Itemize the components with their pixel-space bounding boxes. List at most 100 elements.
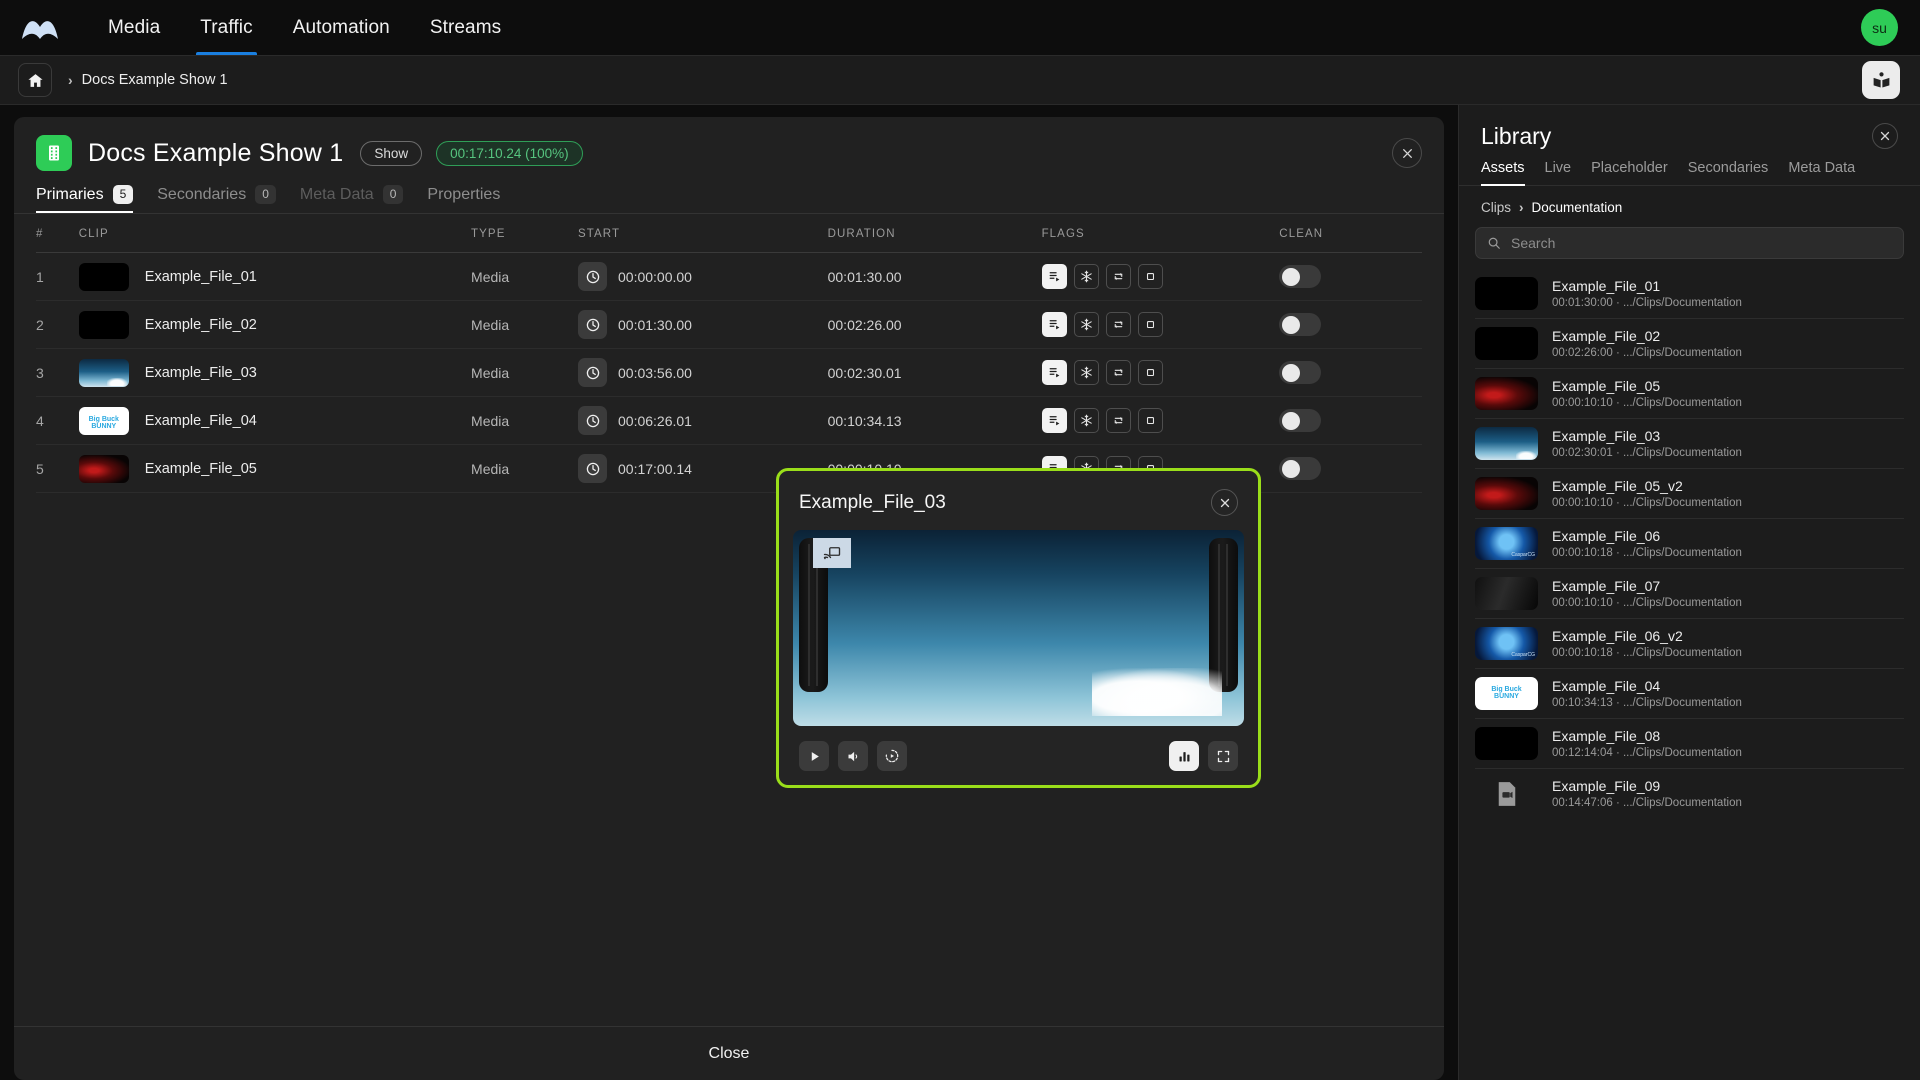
list-item[interactable]: Example_File_05 00:00:10:10 · .../Clips/… <box>1475 369 1904 419</box>
nav-item-streams[interactable]: Streams <box>410 0 521 55</box>
wave-logo-icon[interactable] <box>18 13 62 43</box>
queue-icon[interactable] <box>1042 312 1067 337</box>
col-clip: CLIP <box>79 214 471 253</box>
tab-primaries[interactable]: Primaries 5 <box>36 185 133 213</box>
clips-table-body: 1 Example_File_01 Media 00:00:00.00 00:0… <box>36 253 1422 493</box>
queue-icon[interactable] <box>1042 264 1067 289</box>
asset-meta: Example_File_07 00:00:10:10 · .../Clips/… <box>1552 578 1742 609</box>
clock-icon[interactable] <box>578 454 607 483</box>
loop-icon[interactable] <box>1106 408 1131 433</box>
nav-item-traffic[interactable]: Traffic <box>180 0 272 55</box>
list-item[interactable]: Example_File_01 00:01:30:00 · .../Clips/… <box>1475 269 1904 319</box>
library-tab-label: Assets <box>1481 160 1525 176</box>
clean-toggle[interactable] <box>1279 265 1321 288</box>
breadcrumb-current[interactable]: Docs Example Show 1 <box>82 72 228 88</box>
cell-type: Media <box>471 253 578 301</box>
list-item[interactable]: Example_File_05_v2 00:00:10:10 · .../Cli… <box>1475 469 1904 519</box>
asset-sub: 00:00:10:10 · .../Clips/Documentation <box>1552 597 1742 609</box>
table-row[interactable]: 4 Big BuckBUNNY Example_File_04 Media 00… <box>36 397 1422 445</box>
video-preview-modal: Example_File_03 <box>776 468 1261 788</box>
col-num: # <box>36 214 79 253</box>
clean-toggle[interactable] <box>1279 409 1321 432</box>
breadcrumb-separator: › <box>68 72 73 88</box>
loop-icon[interactable] <box>1106 264 1131 289</box>
library-tab-assets[interactable]: Assets <box>1481 160 1525 185</box>
asset-list[interactable]: Example_File_01 00:01:30:00 · .../Clips/… <box>1459 269 1920 1080</box>
tab-secondaries[interactable]: Secondaries 0 <box>157 185 276 213</box>
clock-icon[interactable] <box>578 262 607 291</box>
clip-name: Example_File_02 <box>145 317 257 333</box>
asset-thumbnail <box>1475 477 1538 510</box>
volume-icon[interactable] <box>838 741 868 771</box>
table-row[interactable]: 1 Example_File_01 Media 00:00:00.00 00:0… <box>36 253 1422 301</box>
table-row[interactable]: 2 Example_File_02 Media 00:01:30.00 00:0… <box>36 301 1422 349</box>
snowflake-icon[interactable] <box>1074 264 1099 289</box>
snowflake-icon[interactable] <box>1074 408 1099 433</box>
clock-icon[interactable] <box>578 406 607 435</box>
snowflake-icon[interactable] <box>1074 360 1099 385</box>
library-tab-secondaries[interactable]: Secondaries <box>1688 160 1769 185</box>
library-tab-placeholder[interactable]: Placeholder <box>1591 160 1668 185</box>
cell-duration: 00:02:30.01 <box>828 349 1042 397</box>
loop-icon[interactable] <box>1106 312 1131 337</box>
cell-type: Media <box>471 349 578 397</box>
list-item[interactable]: CasparCG Example_File_06_v2 00:00:10:18 … <box>1475 619 1904 669</box>
clock-icon[interactable] <box>578 358 607 387</box>
library-close-button[interactable] <box>1872 123 1898 149</box>
clock-icon[interactable] <box>578 310 607 339</box>
nav-item-media[interactable]: Media <box>88 0 180 55</box>
list-item[interactable]: CasparCG Example_File_06 00:00:10:18 · .… <box>1475 519 1904 569</box>
replay-icon[interactable] <box>877 741 907 771</box>
asset-thumbnail <box>1475 427 1538 460</box>
clean-toggle[interactable] <box>1279 313 1321 336</box>
close-button[interactable]: Close <box>681 1037 778 1071</box>
audio-levels-icon[interactable] <box>1169 741 1199 771</box>
nav-item-automation[interactable]: Automation <box>273 0 410 55</box>
user-avatar[interactable]: su <box>1861 9 1898 46</box>
close-show-button[interactable] <box>1392 138 1422 168</box>
cell-flags <box>1042 397 1280 445</box>
show-type-badge[interactable]: Show <box>360 141 422 166</box>
search-input[interactable] <box>1511 235 1892 251</box>
asset-thumbnail: CasparCG <box>1475 627 1538 660</box>
asset-name: Example_File_05 <box>1552 378 1742 394</box>
library-tab-live[interactable]: Live <box>1545 160 1572 185</box>
show-card-header: Docs Example Show 1 Show 00:17:10.24 (10… <box>14 117 1444 213</box>
home-button[interactable] <box>18 63 52 97</box>
library-breadcrumb-current[interactable]: Documentation <box>1532 200 1623 215</box>
start-time: 00:00:00.00 <box>618 269 692 285</box>
list-item[interactable]: Big BuckBUNNY Example_File_04 00:10:34:1… <box>1475 669 1904 719</box>
stop-icon[interactable] <box>1138 312 1163 337</box>
list-item[interactable]: Example_File_02 00:02:26:00 · .../Clips/… <box>1475 319 1904 369</box>
snowflake-icon[interactable] <box>1074 312 1099 337</box>
video-stage[interactable] <box>793 530 1244 726</box>
search-box[interactable] <box>1475 227 1904 259</box>
table-row[interactable]: 3 Example_File_03 Media 00:03:56.00 00:0… <box>36 349 1422 397</box>
cell-start: 00:03:56.00 <box>578 349 828 397</box>
fullscreen-icon[interactable] <box>1208 741 1238 771</box>
stop-icon[interactable] <box>1138 408 1163 433</box>
queue-icon[interactable] <box>1042 360 1067 385</box>
clean-toggle[interactable] <box>1279 361 1321 384</box>
list-item[interactable]: Example_File_07 00:00:10:10 · .../Clips/… <box>1475 569 1904 619</box>
video-modal-close-button[interactable] <box>1211 489 1238 516</box>
stop-icon[interactable] <box>1138 264 1163 289</box>
queue-icon[interactable] <box>1042 408 1067 433</box>
asset-name: Example_File_02 <box>1552 328 1742 344</box>
play-icon[interactable] <box>799 741 829 771</box>
clip-thumbnail: Big BuckBUNNY <box>79 407 129 435</box>
tab-meta-data: Meta Data 0 <box>300 185 404 213</box>
list-item[interactable]: Example_File_03 00:02:30:01 · .../Clips/… <box>1475 419 1904 469</box>
list-item[interactable]: Example_File_09 00:14:47:06 · .../Clips/… <box>1475 769 1904 818</box>
cell-num: 2 <box>36 301 79 349</box>
library-breadcrumb-root[interactable]: Clips <box>1481 200 1511 215</box>
library-tab-label: Secondaries <box>1688 160 1769 176</box>
loop-icon[interactable] <box>1106 360 1131 385</box>
clean-toggle[interactable] <box>1279 457 1321 480</box>
cast-icon[interactable] <box>813 538 851 568</box>
library-toggle-button[interactable] <box>1862 61 1900 99</box>
stop-icon[interactable] <box>1138 360 1163 385</box>
list-item[interactable]: Example_File_08 00:12:14:04 · .../Clips/… <box>1475 719 1904 769</box>
library-tab-meta-data[interactable]: Meta Data <box>1788 160 1855 185</box>
tab-properties[interactable]: Properties <box>427 186 500 213</box>
